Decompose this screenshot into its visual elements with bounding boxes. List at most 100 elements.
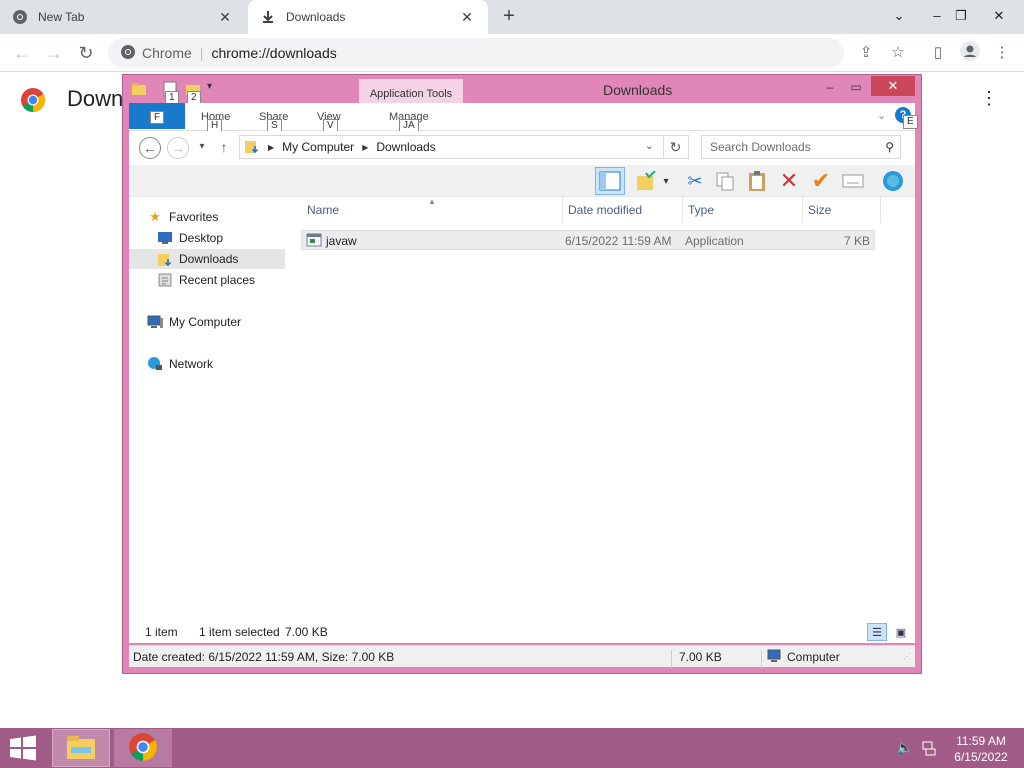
back-arrow-icon[interactable]: ← [10, 41, 34, 65]
file-row[interactable]: javaw 6/15/2022 11:59 AM Application 7 K… [301, 230, 875, 250]
cut-icon[interactable]: ✂ [683, 169, 707, 193]
close-icon[interactable]: ✕ [216, 8, 234, 26]
column-header-size[interactable]: Size [808, 203, 831, 217]
item-status-line: 1 item 1 item selected 7.00 KB ☰ ▣ [129, 621, 915, 643]
separator: | [199, 45, 204, 61]
file-date-modified: 6/15/2022 11:59 AM [565, 234, 672, 248]
breadcrumb-my-computer[interactable]: My Computer [282, 140, 354, 154]
file-type: Application [685, 234, 744, 248]
keytip-help: E [903, 115, 918, 129]
chevron-down-icon[interactable]: ⌄ [645, 139, 654, 152]
folder-icon [131, 81, 147, 97]
nav-item-label: Desktop [179, 231, 224, 245]
close-icon[interactable]: ✕ [458, 8, 476, 26]
column-header-name[interactable]: Name [307, 203, 339, 217]
search-placeholder: Search Downloads [710, 140, 811, 154]
tab-search-icon[interactable]: ⌄ [886, 4, 912, 28]
chevron-down-icon[interactable]: ▾ [207, 81, 223, 97]
menu-dots-icon[interactable]: ⋮ [990, 41, 1014, 65]
taskbar: 🔈 11:59 AM 6/15/2022 [0, 728, 1024, 768]
desktop-icon [157, 230, 173, 246]
nav-item-label: Recent places [179, 273, 256, 287]
profile-avatar-icon[interactable] [958, 41, 982, 65]
star-icon: ★ [149, 209, 161, 224]
taskbar-chrome[interactable] [114, 729, 172, 767]
browser-toolbar: ← → ↻ Chrome | chrome://downloads ⇪ ☆ ▯ … [0, 34, 1024, 72]
taskbar-file-explorer[interactable] [52, 729, 110, 767]
details-info: Date created: 6/15/2022 11:59 AM, Size: … [133, 650, 395, 664]
breadcrumb[interactable]: ▶ My Computer ▶ Downloads ⌄ [239, 135, 689, 159]
forward-arrow-icon[interactable]: → [42, 41, 66, 65]
new-tab-button[interactable]: + [498, 6, 520, 28]
file-explorer-icon [65, 733, 97, 764]
details-status-bar: Date created: 6/15/2022 11:59 AM, Size: … [129, 645, 915, 668]
computer-icon [767, 649, 783, 666]
back-arrow-icon[interactable]: ← [139, 137, 161, 159]
preview-pane-icon[interactable] [595, 167, 625, 195]
nav-item-desktop[interactable]: Desktop [157, 228, 287, 248]
minimize-button[interactable]: – [924, 4, 950, 28]
tab-title: Downloads [286, 10, 346, 24]
start-button[interactable] [8, 735, 40, 761]
network-tray-icon[interactable] [920, 740, 938, 756]
nav-item-my-computer[interactable]: My Computer [147, 312, 305, 332]
computer-icon [147, 314, 163, 330]
tab-strip: New Tab ✕ Downloads ✕ + ⌄ – ❐ ✕ [0, 0, 1024, 34]
network-icon [147, 356, 163, 372]
selected-count: 1 item selected [199, 625, 280, 639]
close-button[interactable]: ✕ [871, 76, 915, 96]
command-bar: ▾ ✂ ✕ ✔ [129, 165, 915, 197]
resize-grip-icon[interactable]: ⋰ [903, 652, 911, 661]
up-arrow-icon[interactable]: ↑ [213, 137, 235, 159]
column-header-type[interactable]: Type [688, 203, 714, 217]
file-tab[interactable]: F [129, 103, 185, 129]
reload-icon[interactable]: ↻ [74, 41, 98, 65]
minimize-button[interactable]: – [817, 77, 843, 97]
nav-item-label: Downloads [179, 252, 239, 266]
nav-item-favorites[interactable]: ★ Favorites [147, 207, 305, 227]
column-divider [682, 197, 683, 223]
tab-downloads[interactable]: Downloads ✕ [248, 0, 488, 34]
copy-icon[interactable] [713, 169, 737, 193]
restore-button[interactable]: ❐ [948, 4, 974, 28]
clock[interactable]: 11:59 AM 6/15/2022 [946, 733, 1016, 765]
chevron-down-icon[interactable]: ⌄ [877, 109, 886, 122]
menu-dots-icon[interactable]: ⋮ [980, 88, 998, 109]
large-icons-view-icon[interactable]: ▣ [891, 623, 911, 641]
download-icon [260, 9, 276, 25]
column-header-date-modified[interactable]: Date modified [568, 203, 642, 217]
delete-icon[interactable]: ✕ [777, 168, 801, 193]
close-window-button[interactable]: ✕ [986, 4, 1012, 28]
share-icon[interactable]: ⇪ [854, 41, 878, 65]
chevron-down-icon[interactable]: ▾ [659, 169, 673, 193]
folder-options-icon[interactable] [635, 169, 659, 193]
star-icon[interactable]: ☆ [886, 41, 910, 65]
column-divider [562, 197, 563, 223]
chrome-icon [12, 9, 28, 25]
nav-item-recent-places[interactable]: Recent places [157, 270, 287, 290]
recent-places-icon [157, 272, 173, 288]
recent-locations-icon[interactable]: ▾ [191, 137, 213, 159]
paste-icon[interactable] [745, 169, 769, 193]
check-icon[interactable]: ✔ [809, 168, 833, 193]
chevron-right-icon: ▶ [362, 142, 369, 152]
nav-item-network[interactable]: Network [147, 354, 305, 374]
refresh-icon[interactable]: ↻ [663, 135, 687, 159]
nav-item-label: Network [169, 357, 214, 371]
maximize-button[interactable]: ▭ [843, 77, 869, 97]
nav-item-downloads[interactable]: Downloads [129, 249, 285, 269]
address-bar[interactable]: Chrome | chrome://downloads [108, 38, 844, 68]
details-view-icon[interactable]: ☰ [867, 623, 887, 641]
navigation-pane: ★ Favorites Desktop Downloads Recent pla… [129, 197, 289, 621]
rename-icon[interactable] [841, 169, 865, 193]
breadcrumb-downloads[interactable]: Downloads [376, 140, 435, 154]
item-count: 1 item [145, 625, 178, 639]
tab-new-tab[interactable]: New Tab ✕ [0, 0, 246, 34]
forward-arrow-icon[interactable]: → [167, 137, 189, 159]
file-size: 7 KB [843, 234, 870, 248]
volume-muted-icon[interactable]: 🔈 [896, 740, 914, 756]
downloads-folder-icon [157, 251, 173, 267]
search-input[interactable]: Search Downloads ⚲ [701, 135, 901, 159]
globe-icon[interactable] [881, 169, 905, 193]
side-panel-icon[interactable]: ▯ [926, 41, 950, 65]
